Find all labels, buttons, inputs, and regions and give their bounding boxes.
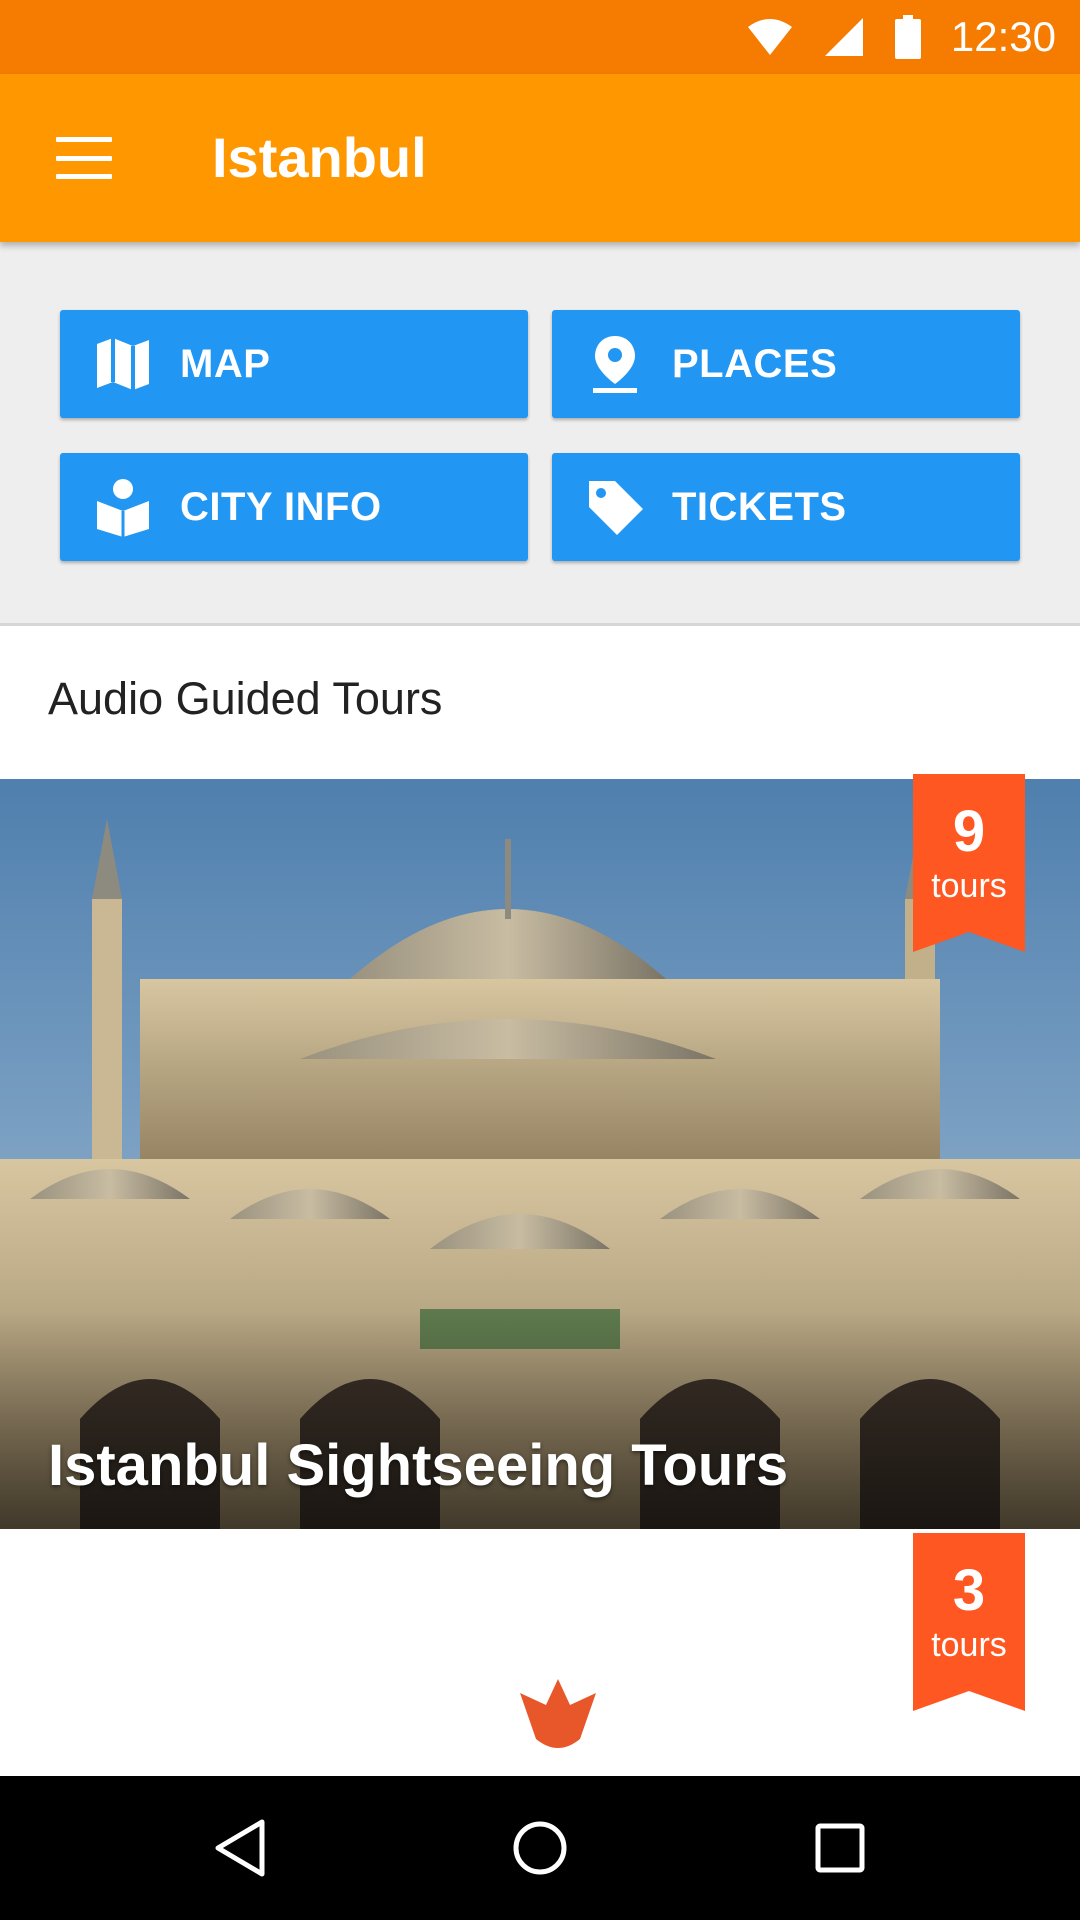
tickets-button[interactable]: TICKETS xyxy=(552,453,1020,561)
tour-count-badge: 3 tours xyxy=(913,1533,1025,1711)
places-button-label: PLACES xyxy=(672,341,838,386)
back-icon[interactable] xyxy=(180,1776,300,1920)
map-button[interactable]: MAP xyxy=(60,310,528,418)
quick-actions-panel: MAP PLACES CITY INFO TICKETS xyxy=(0,242,1080,626)
tour-count-badge: 9 tours xyxy=(913,774,1025,952)
city-info-button[interactable]: CITY INFO xyxy=(60,453,528,561)
status-bar: 12:30 xyxy=(0,0,1080,74)
tulip-logo-icon xyxy=(520,1679,596,1748)
map-icon xyxy=(60,310,180,418)
map-button-label: MAP xyxy=(180,341,271,386)
section-header: Audio Guided Tours xyxy=(0,629,1080,779)
tour-count: 3 xyxy=(952,1558,986,1623)
recents-icon[interactable] xyxy=(780,1776,900,1920)
book-reader-icon xyxy=(60,453,180,561)
system-nav-bar xyxy=(0,1776,1080,1920)
hamburger-menu-icon[interactable] xyxy=(56,137,112,179)
battery-icon xyxy=(894,15,921,59)
tour-count-unit: tours xyxy=(931,1626,1007,1664)
tag-icon xyxy=(552,453,672,561)
section-title: Audio Guided Tours xyxy=(48,673,443,724)
tickets-button-label: TICKETS xyxy=(672,484,847,529)
page-title: Istanbul xyxy=(212,126,427,189)
home-icon[interactable] xyxy=(480,1776,600,1920)
app-bar: Istanbul xyxy=(0,74,1080,242)
city-info-button-label: CITY INFO xyxy=(180,484,382,529)
tour-title: Istanbul Sightseeing Tours xyxy=(48,1433,789,1498)
status-icons: 12:30 xyxy=(747,0,1056,74)
cell-signal-icon xyxy=(823,16,865,58)
status-clock: 12:30 xyxy=(950,13,1056,60)
tour-count-unit: tours xyxy=(931,867,1007,905)
wifi-icon xyxy=(747,17,793,57)
place-pin-icon xyxy=(552,310,672,418)
places-button[interactable]: PLACES xyxy=(552,310,1020,418)
tour-count: 9 xyxy=(952,799,986,864)
